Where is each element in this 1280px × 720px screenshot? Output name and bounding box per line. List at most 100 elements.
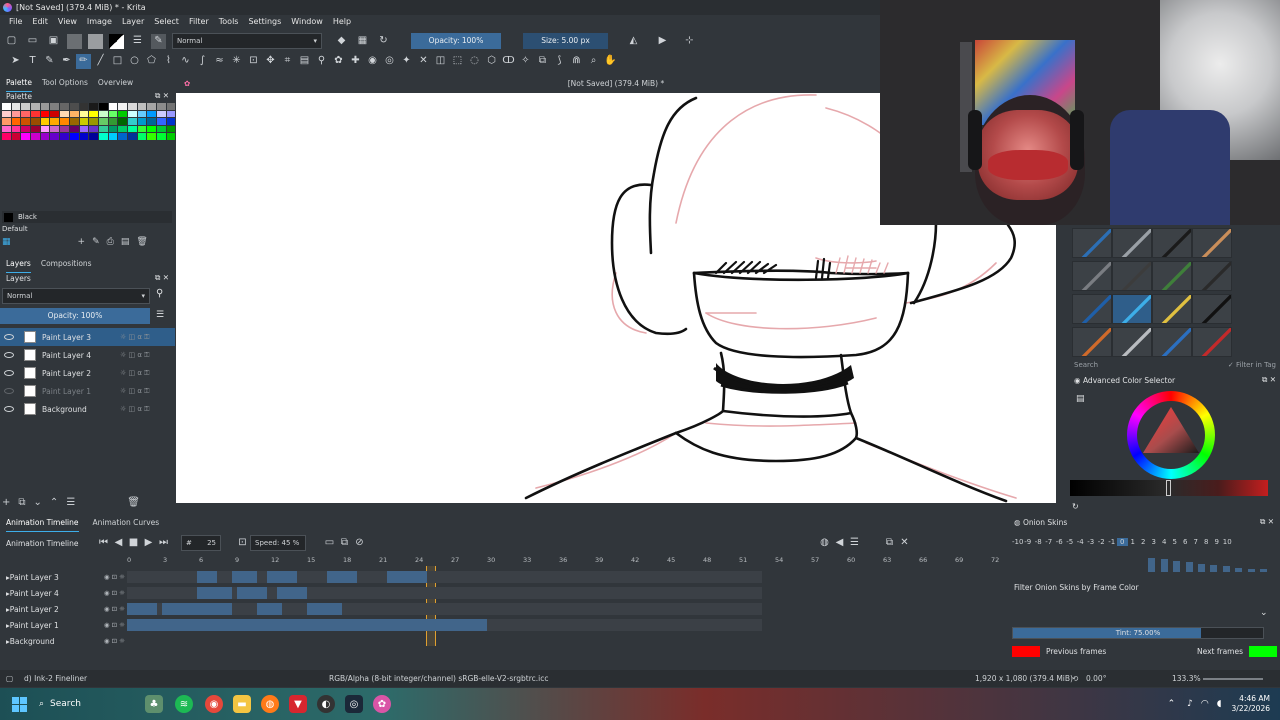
palette-swatch[interactable] (89, 110, 98, 117)
palette-swatch[interactable] (31, 118, 40, 125)
multibrush-tool-icon[interactable]: ✳ (229, 54, 244, 69)
palette-swatch[interactable] (50, 103, 60, 110)
filter-by-color-row[interactable]: Filter Onion Skins by Frame Color (1014, 583, 1139, 592)
palette-swatch[interactable] (127, 118, 137, 125)
onion-frame-number[interactable]: 10 (1222, 538, 1233, 546)
spotify-icon[interactable]: ≋ (175, 695, 193, 713)
brush-preset-tile[interactable] (1072, 327, 1112, 357)
enclose-fill-tool-icon[interactable]: ◎ (382, 54, 397, 69)
palette-swatch[interactable] (11, 110, 21, 117)
float-close-icons[interactable]: ⧉ ✕ (155, 91, 169, 101)
tab-animation-curves[interactable]: Animation Curves (93, 515, 160, 531)
eye-icon[interactable] (4, 406, 14, 412)
move-down-icon[interactable]: ⌄ (34, 497, 42, 508)
timeline-layer-row[interactable]: ▸ Background ◉ ⊡ ☼ (0, 633, 125, 649)
layer-flag-icons[interactable]: ☼ ◫ α ⚿ (120, 405, 150, 414)
onion-frame-number[interactable]: 3 (1149, 538, 1160, 546)
keyframe-block[interactable] (307, 603, 342, 615)
palette-swatch[interactable] (118, 125, 127, 132)
palette-swatch[interactable] (108, 103, 118, 110)
palette-swatch[interactable] (108, 133, 118, 140)
palette-swatch[interactable] (147, 103, 156, 110)
trash-icon[interactable]: 🗑 (136, 237, 147, 247)
firefox-icon[interactable]: ◍ (261, 695, 279, 713)
timeline-menu-icon[interactable]: ☰ (847, 536, 862, 551)
menu-icon[interactable]: ☰ (156, 310, 164, 320)
palette-swatch[interactable] (137, 118, 147, 125)
brush-preset-tile[interactable] (1112, 228, 1152, 258)
reference-tool-icon[interactable]: ◫ (433, 54, 448, 69)
palette-swatch[interactable] (147, 110, 156, 117)
ellipse-select-tool-icon[interactable]: ◌ (467, 54, 482, 69)
palette-swatch[interactable] (21, 133, 31, 140)
wifi-icon[interactable]: ◠ (1201, 699, 1209, 709)
tab-compositions[interactable]: Compositions (41, 256, 92, 272)
palette-swatch[interactable] (31, 133, 40, 140)
previous-frames-color[interactable] (1012, 646, 1040, 657)
pin-icon[interactable]: ⊘ (352, 536, 367, 551)
reload-icon[interactable]: ↻ (376, 34, 391, 49)
palette-swatch[interactable] (2, 110, 11, 117)
layer-flag-icons[interactable]: ☼ ◫ α ⚿ (120, 333, 150, 342)
brush-preset-tile[interactable] (1072, 228, 1112, 258)
freehand-brush-tool-icon[interactable]: ✏ (76, 53, 91, 69)
palette-swatch[interactable] (166, 110, 176, 117)
palette-swatch[interactable] (127, 133, 137, 140)
palette-swatch[interactable] (79, 125, 89, 132)
mirror-horizontal-icon[interactable]: ◭ (626, 34, 641, 49)
palette-swatch[interactable] (60, 133, 69, 140)
speed-spinbox[interactable]: Speed: 45 % (250, 535, 306, 551)
palette-swatch[interactable] (79, 103, 89, 110)
calligraphy-tool-icon[interactable]: ✒ (59, 54, 74, 69)
brush-preset-tile[interactable] (1072, 261, 1112, 291)
line-tool-icon[interactable]: ╱ (93, 54, 108, 69)
menu-help[interactable]: Help (328, 15, 356, 29)
onion-frame-number[interactable]: 4 (1159, 538, 1170, 546)
onion-opacity-bar[interactable] (1260, 569, 1267, 572)
timeline-layer-icons[interactable]: ◉ ⊡ ☼ (104, 573, 125, 581)
keyframe-block[interactable] (197, 571, 217, 583)
palette-swatch[interactable] (40, 103, 50, 110)
audio-icon[interactable]: ◀ (832, 536, 847, 551)
zoom-slider[interactable] (1203, 678, 1263, 680)
palette-swatch[interactable] (127, 103, 137, 110)
onion-frame-number[interactable]: 9 (1212, 538, 1223, 546)
onion-opacity-bar[interactable] (1173, 560, 1181, 572)
tint-slider[interactable]: Tint: 75.00% (1012, 627, 1264, 639)
onion-frame-number[interactable]: -2 (1096, 538, 1107, 546)
onion-frame-number[interactable]: 2 (1138, 538, 1149, 546)
onion-frame-number[interactable]: -1 (1107, 538, 1118, 546)
timeline-frame-row[interactable] (127, 619, 767, 631)
layer-blend-mode[interactable]: Normal ▾ (2, 288, 150, 304)
assistant-tool-icon[interactable]: ✦ (399, 54, 414, 69)
keyframe-block[interactable] (387, 571, 427, 583)
filter-in-tag-checkbox[interactable]: ✓ Filter in Tag (1228, 361, 1276, 369)
palette-swatch[interactable] (2, 103, 11, 110)
palette-swatch[interactable] (147, 133, 156, 140)
palette-swatch[interactable] (157, 125, 166, 132)
palette-swatch[interactable] (166, 118, 176, 125)
palette-swatch[interactable] (69, 118, 79, 125)
grid-icon[interactable]: ▤ (121, 237, 130, 247)
freehand-select-tool-icon[interactable]: ↀ (501, 54, 516, 69)
keyframe-block[interactable] (232, 571, 257, 583)
timeline-frame-row[interactable] (127, 571, 767, 583)
save-icon[interactable]: ▣ (46, 34, 61, 49)
palette-swatch[interactable] (108, 110, 118, 117)
palette-swatch[interactable] (166, 103, 176, 110)
onion-frame-number[interactable]: -9 (1023, 538, 1034, 546)
menu-file[interactable]: File (4, 15, 27, 29)
refresh-icon[interactable]: ↻ (1072, 502, 1079, 511)
keyframe-block[interactable] (127, 619, 487, 631)
close-icon[interactable]: ✕ (897, 536, 912, 551)
color-picker-tool-icon[interactable]: ⚲ (314, 54, 329, 69)
crop-tool-icon[interactable]: ⌗ (280, 54, 295, 69)
palette-swatch[interactable] (157, 133, 166, 140)
palette-swatch[interactable] (50, 125, 60, 132)
pattern-icon[interactable] (67, 33, 82, 49)
palette-swatch[interactable] (50, 118, 60, 125)
stop-icon[interactable]: ■ (126, 536, 141, 551)
timeline-layer-icons[interactable]: ◉ ⊡ ☼ (104, 637, 125, 645)
next-frames-color[interactable] (1249, 646, 1277, 657)
layers-icon[interactable]: ⧉ (337, 536, 352, 551)
